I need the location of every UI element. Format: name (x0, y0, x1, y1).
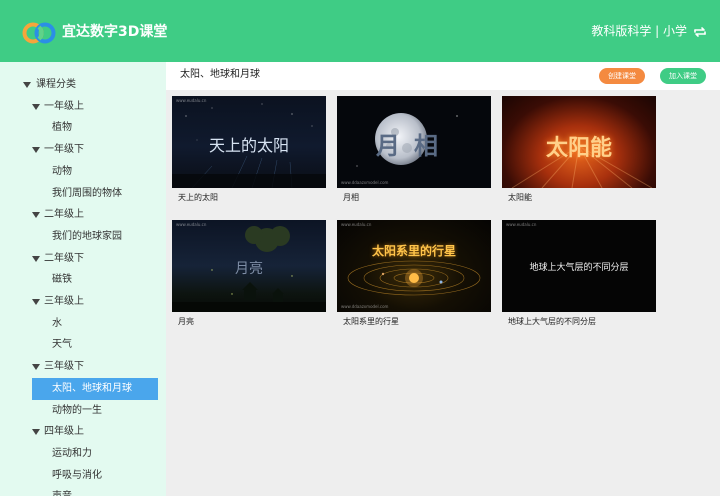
expand-arrow-icon[interactable] (32, 299, 40, 305)
sidebar-item-label: 二年级下 (44, 252, 84, 264)
watermark: www.eudalu.cn (341, 222, 372, 227)
sidebar-item-label: 四年级上 (44, 426, 84, 438)
sidebar-course-item[interactable]: 磁铁 (0, 269, 166, 291)
course-thumbnail[interactable]: www.eudalu.cn 地球上大气层的不同分层 (502, 220, 656, 312)
sidebar-item-label: 我们周围的物体 (52, 187, 122, 199)
app-title: 宜达数字3D课堂 (62, 24, 168, 40)
course-thumbnail-title: 地球上大气层的不同分层 (529, 263, 629, 273)
app-logo-icon (22, 22, 56, 44)
sidebar-item-label: 动物的一生 (52, 404, 102, 416)
sidebar-course-item[interactable]: 动物 (0, 161, 166, 183)
course-thumbnail[interactable]: www.eudalu.cn 天上的太阳 (172, 96, 326, 188)
course-thumbnail-title: 月相 (376, 131, 452, 160)
sidebar-item-label: 二年级上 (44, 209, 84, 221)
course-thumbnail[interactable]: 太阳能 (502, 96, 656, 188)
sidebar-item-label: 呼吸与消化 (52, 469, 102, 481)
sidebar-item-label: 声音 (52, 486, 72, 496)
sidebar-item-label: 运动和力 (52, 447, 92, 459)
create-classroom-button[interactable]: 创建课堂 (599, 68, 645, 84)
watermark: www.eudalu.cn (506, 222, 537, 227)
sidebar-item-label: 水 (52, 317, 62, 329)
sidebar-item-label: 植物 (52, 122, 72, 134)
watermark: www.eudalu.cn (176, 222, 207, 227)
sidebar-grade-item[interactable]: 一年级上 (0, 96, 166, 118)
solar-system-image (347, 260, 481, 296)
expand-arrow-icon[interactable] (32, 255, 40, 262)
sidebar-grade-item[interactable]: 二年级下 (0, 248, 166, 270)
sidebar-grade-item[interactable]: 四年级上 (0, 421, 166, 443)
sidebar-item-label: 磁铁 (52, 274, 72, 286)
course-card[interactable]: www.eudalu.cn 天上的太阳 天上的太阳 (172, 96, 326, 208)
sidebar-course-item[interactable]: 我们的地球家园 (0, 226, 166, 248)
sidebar-item-label: 课程分类 (36, 79, 76, 90)
sidebar-course-item[interactable]: 太阳、地球和月球 (0, 377, 166, 400)
expand-arrow-icon[interactable] (32, 429, 40, 436)
course-thumbnail[interactable]: 月相 www.ddaazxmodel.com (337, 96, 491, 188)
expand-arrow-icon[interactable] (32, 212, 40, 219)
sidebar-grade-item[interactable]: 三年级下 (0, 356, 166, 378)
page-title: 太阳、地球和月球 (180, 69, 260, 80)
sidebar-course-item[interactable]: 天气 (0, 334, 166, 356)
watermark: www.ddaazxmodel.com (341, 180, 389, 185)
sidebar-item-label: 我们的地球家园 (52, 230, 122, 242)
course-caption[interactable]: 月相 (343, 193, 359, 203)
watermark: www.eudalu.cn (176, 98, 207, 103)
course-thumbnail-title: 太阳系里的行星 (371, 244, 456, 258)
expand-arrow-icon[interactable] (32, 103, 40, 110)
course-card[interactable]: www.eudalu.cn 月亮 月亮 (172, 220, 326, 332)
app-header: 宜达数字3D课堂 教科版科学 | 小学 (0, 0, 720, 62)
sidebar-course-item[interactable]: 运动和力 (0, 443, 166, 465)
course-thumbnail-title: 天上的太阳 (208, 136, 289, 155)
course-caption[interactable]: 月亮 (178, 317, 194, 327)
sidebar-course-item[interactable]: 声音 (0, 486, 166, 496)
sidebar-course-item[interactable]: 植物 (0, 117, 166, 139)
course-card[interactable]: 月相 www.ddaazxmodel.com 月相 (337, 96, 491, 208)
sidebar-item-label: 一年级下 (44, 144, 84, 156)
sidebar-root-category[interactable]: 课程分类 (0, 74, 166, 96)
course-thumbnail-title: 太阳能 (545, 136, 612, 161)
course-card[interactable]: 太阳能 太阳能 (502, 96, 656, 208)
watermark: www.ddaazxmodel.com (341, 304, 389, 309)
sidebar-grade-item[interactable]: 二年级上 (0, 204, 166, 226)
course-thumbnail-title: 月亮 (235, 261, 263, 277)
sidebar-grade-item[interactable]: 一年级下 (0, 139, 166, 161)
course-card[interactable]: www.eudalu.cn 太阳系里的行星 www.ddaazxmodel.co… (337, 220, 491, 332)
sidebar-item-label: 一年级上 (44, 100, 84, 112)
sidebar-item-label: 三年级下 (44, 361, 84, 373)
course-caption[interactable]: 天上的太阳 (178, 193, 218, 203)
expand-arrow-icon[interactable] (32, 364, 40, 371)
sidebar-item-label: 三年级上 (44, 296, 84, 307)
course-category-sidebar: 课程分类一年级上植物一年级下动物我们周围的物体二年级上我们的地球家园二年级下磁铁… (0, 62, 166, 496)
sidebar-item-label: 动物 (52, 165, 72, 177)
sidebar-course-item[interactable]: 水 (0, 313, 166, 335)
sidebar-item-label: 天气 (52, 339, 72, 351)
switch-icon[interactable] (692, 24, 708, 40)
sidebar-course-item[interactable]: 动物的一生 (0, 400, 166, 422)
course-thumbnail[interactable]: www.eudalu.cn 太阳系里的行星 www.ddaazxmodel.co… (337, 220, 491, 312)
content-topbar: 太阳、地球和月球 创建课堂 加入课堂 (166, 62, 720, 90)
sidebar-item-label: 太阳、地球和月球 (52, 382, 132, 394)
sidebar-grade-item[interactable]: 三年级上 (0, 291, 166, 313)
course-thumbnail[interactable]: www.eudalu.cn 月亮 (172, 220, 326, 312)
course-caption[interactable]: 太阳能 (508, 193, 532, 203)
course-caption[interactable]: 太阳系里的行星 (343, 317, 399, 327)
expand-arrow-icon[interactable] (32, 147, 40, 154)
expand-arrow-icon[interactable] (23, 82, 31, 88)
sidebar-course-item[interactable]: 我们周围的物体 (0, 183, 166, 205)
join-classroom-button[interactable]: 加入课堂 (660, 68, 706, 84)
sidebar-course-item[interactable]: 呼吸与消化 (0, 465, 166, 487)
edition-label[interactable]: 教科版科学 | 小学 (591, 21, 687, 41)
course-card[interactable]: www.eudalu.cn 地球上大气层的不同分层 地球上大气层的不同分层 (502, 220, 656, 332)
course-caption[interactable]: 地球上大气层的不同分层 (508, 317, 596, 327)
